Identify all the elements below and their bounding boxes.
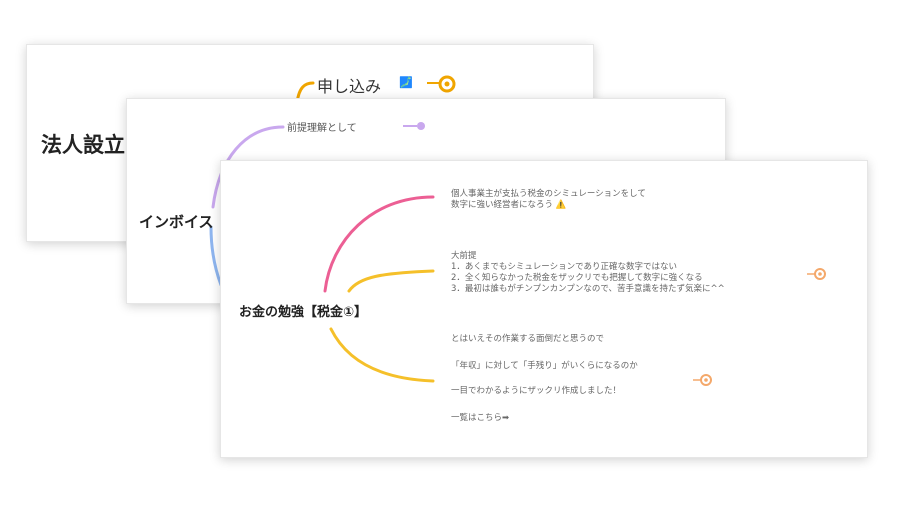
card2-node-dot[interactable] xyxy=(417,122,425,130)
card3-node3-line2: 「年収」に対して「手残り」がいくらになるのか xyxy=(451,361,638,371)
card3-node2-line3: 2．全く知らなかった税金をザックリでも把握して数字に強くなる xyxy=(451,273,703,283)
card3-node3-line4: 一覧はこちら➡ xyxy=(451,413,510,423)
card3-node-dot-low[interactable] xyxy=(699,373,713,387)
card1-badge-icon: 🗾 xyxy=(399,76,413,89)
card3-node2-line2: 1．あくまでもシミュレーションであり正確な数字ではない xyxy=(451,262,677,272)
card3-node2: 大前提 1．あくまでもシミュレーションであり正確な数字ではない 2．全く知らなか… xyxy=(451,251,725,295)
card2-title: インボイス xyxy=(139,213,214,231)
card2-branch-label: 前提理解として xyxy=(287,123,357,134)
card3-node1-line2: 数字に強い経営者になろう ⚠️ xyxy=(451,200,567,210)
card3-node3-line1: とはいえその作業する面倒だと思うので xyxy=(451,334,605,344)
card1-title: 法人設立 xyxy=(41,133,125,157)
mindmap-card-tax: お金の勉強【税金①】 個人事業主が支払う税金のシミュレーションをして 数字に強い… xyxy=(220,160,868,458)
card3-branch-line-yellow-top xyxy=(347,269,435,293)
card3-node2-line4: 3．最初は誰もがチンプンカンプンなので、苦手意識を持たず気楽に^^ xyxy=(451,284,725,294)
card3-branch-line-yellow-bottom xyxy=(329,327,435,383)
card3-node3-line3: 一目でわかるようにザックリ作成しました！ xyxy=(451,386,622,396)
mindmap-preview-stack: 法人設立 申し込み 🗾 インボイス 前提理解として お金の勉強【税金①】 個人事… xyxy=(0,0,898,506)
card3-node1: 個人事業主が支払う税金のシミュレーションをして 数字に強い経営者になろう ⚠️ xyxy=(451,189,646,211)
card3-node1-line1: 個人事業主が支払う税金のシミュレーションをして xyxy=(451,189,646,199)
card1-branch-label: 申し込み xyxy=(317,77,382,96)
card3-title: お金の勉強【税金①】 xyxy=(239,305,368,320)
card3-node3: とはいえその作業する面倒だと思うので 「年収」に対して「手残り」がいくらになるの… xyxy=(451,333,638,425)
card3-node2-line1: 大前提 xyxy=(451,251,477,261)
card1-node-dot[interactable] xyxy=(437,74,457,94)
card3-node-dot-mid[interactable] xyxy=(813,267,827,281)
